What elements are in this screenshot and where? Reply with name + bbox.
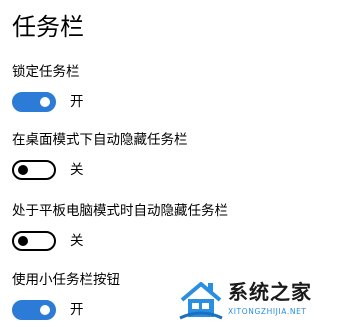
toggle-knob <box>18 165 28 175</box>
setting-lock-taskbar: 锁定任务栏 开 <box>12 63 332 113</box>
setting-autohide-desktop: 在桌面模式下自动隐藏任务栏 关 <box>12 131 332 181</box>
toggle-state-label: 开 <box>70 302 84 318</box>
lock-taskbar-toggle[interactable] <box>12 92 56 112</box>
house-logo-icon <box>179 282 223 320</box>
setting-label: 在桌面模式下自动隐藏任务栏 <box>12 132 188 148</box>
setting-label: 锁定任务栏 <box>12 64 80 80</box>
watermark: 系统之家 XITONGZHIJIA.NET <box>178 276 338 327</box>
page-title: 任务栏 <box>12 13 84 41</box>
setting-autohide-tablet: 处于平板电脑模式时自动隐藏任务栏 关 <box>12 202 332 252</box>
toggle-knob <box>18 236 28 246</box>
toggle-row: 关 <box>12 230 332 252</box>
toggle-row: 关 <box>12 159 332 181</box>
toggle-state-label: 关 <box>70 162 84 178</box>
watermark-title: 系统之家 <box>228 280 312 304</box>
toggle-state-label: 关 <box>70 233 84 249</box>
toggle-knob <box>40 97 50 107</box>
watermark-url: XITONGZHIJIA.NET <box>228 307 307 316</box>
setting-label: 处于平板电脑模式时自动隐藏任务栏 <box>12 203 228 219</box>
small-buttons-toggle[interactable] <box>12 300 56 320</box>
toggle-row: 开 <box>12 91 332 113</box>
autohide-desktop-toggle[interactable] <box>12 160 56 180</box>
toggle-knob <box>40 305 50 315</box>
toggle-state-label: 开 <box>70 94 84 110</box>
autohide-tablet-toggle[interactable] <box>12 231 56 251</box>
